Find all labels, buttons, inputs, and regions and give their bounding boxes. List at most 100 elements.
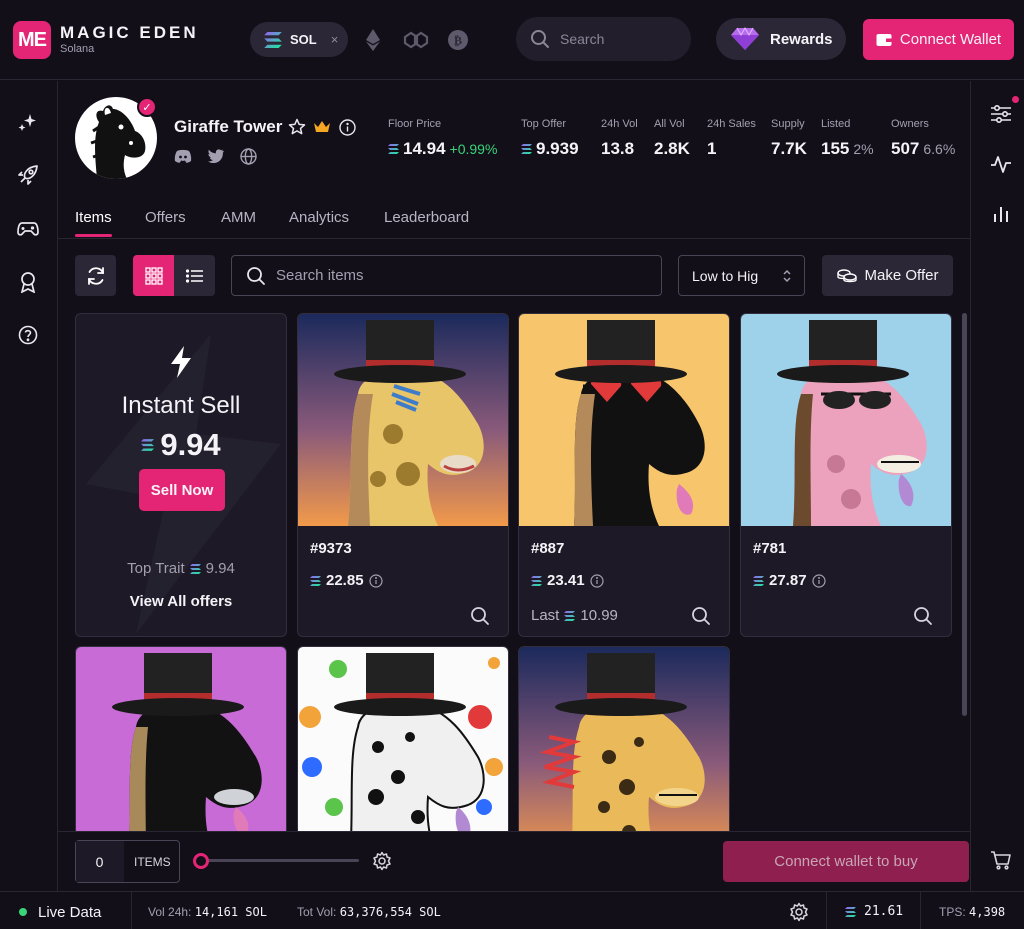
nft-card[interactable]: #781 27.87: [740, 313, 952, 637]
info-icon[interactable]: [811, 573, 826, 588]
volume-24h: Vol 24h: 14,161 SOL: [148, 905, 267, 919]
crown-icon: [313, 118, 331, 136]
watchlist-star-icon[interactable]: [288, 118, 306, 136]
nft-price-value: 22.85: [326, 572, 364, 589]
info-icon[interactable]: [368, 573, 383, 588]
cart-icon[interactable]: [990, 850, 1012, 870]
nft-last-sale: Last 10.99: [531, 607, 618, 624]
stat-label: Supply: [771, 118, 805, 130]
wallet-icon: [876, 33, 892, 46]
refresh-button[interactable]: [75, 255, 116, 296]
tab-analytics[interactable]: Analytics: [289, 209, 349, 226]
stat-label: 24h Sales: [707, 118, 756, 130]
sort-select[interactable]: Low to Hig: [678, 255, 805, 296]
discord-icon[interactable]: [174, 147, 192, 165]
tab-amm[interactable]: AMM: [221, 209, 256, 226]
magic-eden-logo[interactable]: ME: [13, 21, 51, 59]
chain-filter-sol[interactable]: SOL ×: [250, 22, 348, 57]
settings-gear-icon[interactable]: [789, 902, 809, 922]
svg-text:₿: ₿: [454, 34, 462, 48]
nft-card[interactable]: [518, 646, 730, 831]
sweep-slider-track[interactable]: [203, 859, 359, 862]
nft-image: [298, 647, 508, 831]
sol-price-value: 21.61: [864, 904, 904, 919]
stat-number: 9.939: [536, 139, 579, 158]
view-all-offers-link[interactable]: View All offers: [76, 593, 286, 610]
sparkles-icon[interactable]: [17, 111, 39, 133]
sol-price: 21.61: [845, 904, 903, 919]
tab-offers[interactable]: Offers: [145, 209, 186, 226]
instant-sell-price: 9.94: [76, 427, 286, 463]
ethereum-icon[interactable]: [363, 28, 383, 52]
zoom-icon[interactable]: [691, 606, 711, 626]
solana-icon: [310, 576, 321, 586]
twitter-icon[interactable]: [206, 147, 224, 165]
global-search-input[interactable]: Search: [516, 17, 691, 61]
brand-name[interactable]: MAGIC EDEN: [60, 23, 199, 43]
items-count-input[interactable]: 0 ITEMS: [75, 840, 180, 883]
connect-wallet-to-buy-button[interactable]: Connect wallet to buy: [723, 841, 969, 882]
stat-number: 14.94: [403, 139, 446, 158]
stat-label: 24h Vol: [601, 118, 638, 130]
sell-now-button[interactable]: Sell Now: [139, 469, 225, 511]
rocket-icon[interactable]: [17, 164, 39, 186]
activity-icon[interactable]: [990, 153, 1012, 175]
solana-icon: [753, 576, 764, 586]
nft-card[interactable]: [75, 646, 287, 831]
list-icon: [185, 268, 203, 283]
make-offer-button[interactable]: Make Offer: [822, 255, 953, 296]
filter-active-dot: [1012, 96, 1019, 103]
polygon-icon[interactable]: [403, 28, 429, 52]
total-volume-label: Tot Vol:: [297, 905, 337, 919]
top-trait-value: 9.94: [205, 560, 235, 577]
website-globe-icon[interactable]: [239, 147, 257, 165]
help-icon[interactable]: [17, 324, 39, 346]
items-count-label: ITEMS: [134, 854, 171, 869]
stat-number: 507: [891, 139, 920, 158]
sweep-slider-handle[interactable]: [193, 853, 209, 869]
close-icon[interactable]: ×: [331, 32, 339, 47]
nft-card[interactable]: [297, 646, 509, 831]
zoom-icon[interactable]: [913, 606, 933, 626]
instant-sell-price-value: 9.94: [160, 427, 221, 462]
live-status-dot: [19, 908, 27, 916]
list-view-toggle[interactable]: [174, 255, 215, 296]
gamepad-icon[interactable]: [17, 218, 39, 240]
search-items-input[interactable]: Search items: [231, 255, 662, 296]
filters-icon[interactable]: [990, 103, 1012, 125]
bar-chart-icon[interactable]: [990, 203, 1012, 225]
instant-sell-title: Instant Sell: [121, 392, 241, 419]
nft-card[interactable]: #887 23.41 Last 10.99: [518, 313, 730, 637]
tab-items[interactable]: Items: [75, 209, 112, 226]
verified-badge-icon: ✓: [137, 97, 157, 117]
nft-price: 23.41: [531, 572, 604, 589]
stat-extra: 6.6%: [923, 141, 956, 157]
bitcoin-icon[interactable]: ₿: [447, 28, 469, 52]
total-volume: Tot Vol: 63,376,554 SOL: [297, 905, 441, 919]
grid-view-toggle[interactable]: [133, 255, 174, 296]
grid-scrollbar[interactable]: [962, 313, 967, 716]
nft-price-value: 23.41: [547, 572, 585, 589]
info-icon[interactable]: [338, 118, 356, 136]
tps-value: 4,398: [969, 905, 1006, 919]
award-icon[interactable]: [17, 271, 39, 293]
zoom-icon[interactable]: [470, 606, 490, 626]
stat-value: 7.7K: [771, 139, 807, 159]
stat-value: 155 2%: [821, 139, 874, 159]
nft-card[interactable]: #9373 22.85: [297, 313, 509, 637]
search-items-placeholder: Search items: [276, 267, 364, 284]
stat-extra: 2%: [853, 141, 874, 157]
brand-subtitle: Solana: [60, 43, 95, 55]
tab-leaderboard[interactable]: Leaderboard: [384, 209, 469, 226]
solana-icon: [564, 611, 575, 621]
stat-value: 9.939: [521, 139, 579, 159]
connect-wallet-button[interactable]: Connect Wallet: [863, 19, 1014, 60]
diamond-icon: [731, 27, 759, 50]
items-count-value: 0: [76, 841, 124, 882]
sweep-settings-gear-icon[interactable]: [372, 851, 392, 871]
nft-image: [519, 647, 729, 831]
info-icon[interactable]: [589, 573, 604, 588]
nft-image: [298, 314, 508, 526]
rewards-button[interactable]: Rewards: [716, 18, 846, 60]
solana-icon: [845, 907, 856, 917]
